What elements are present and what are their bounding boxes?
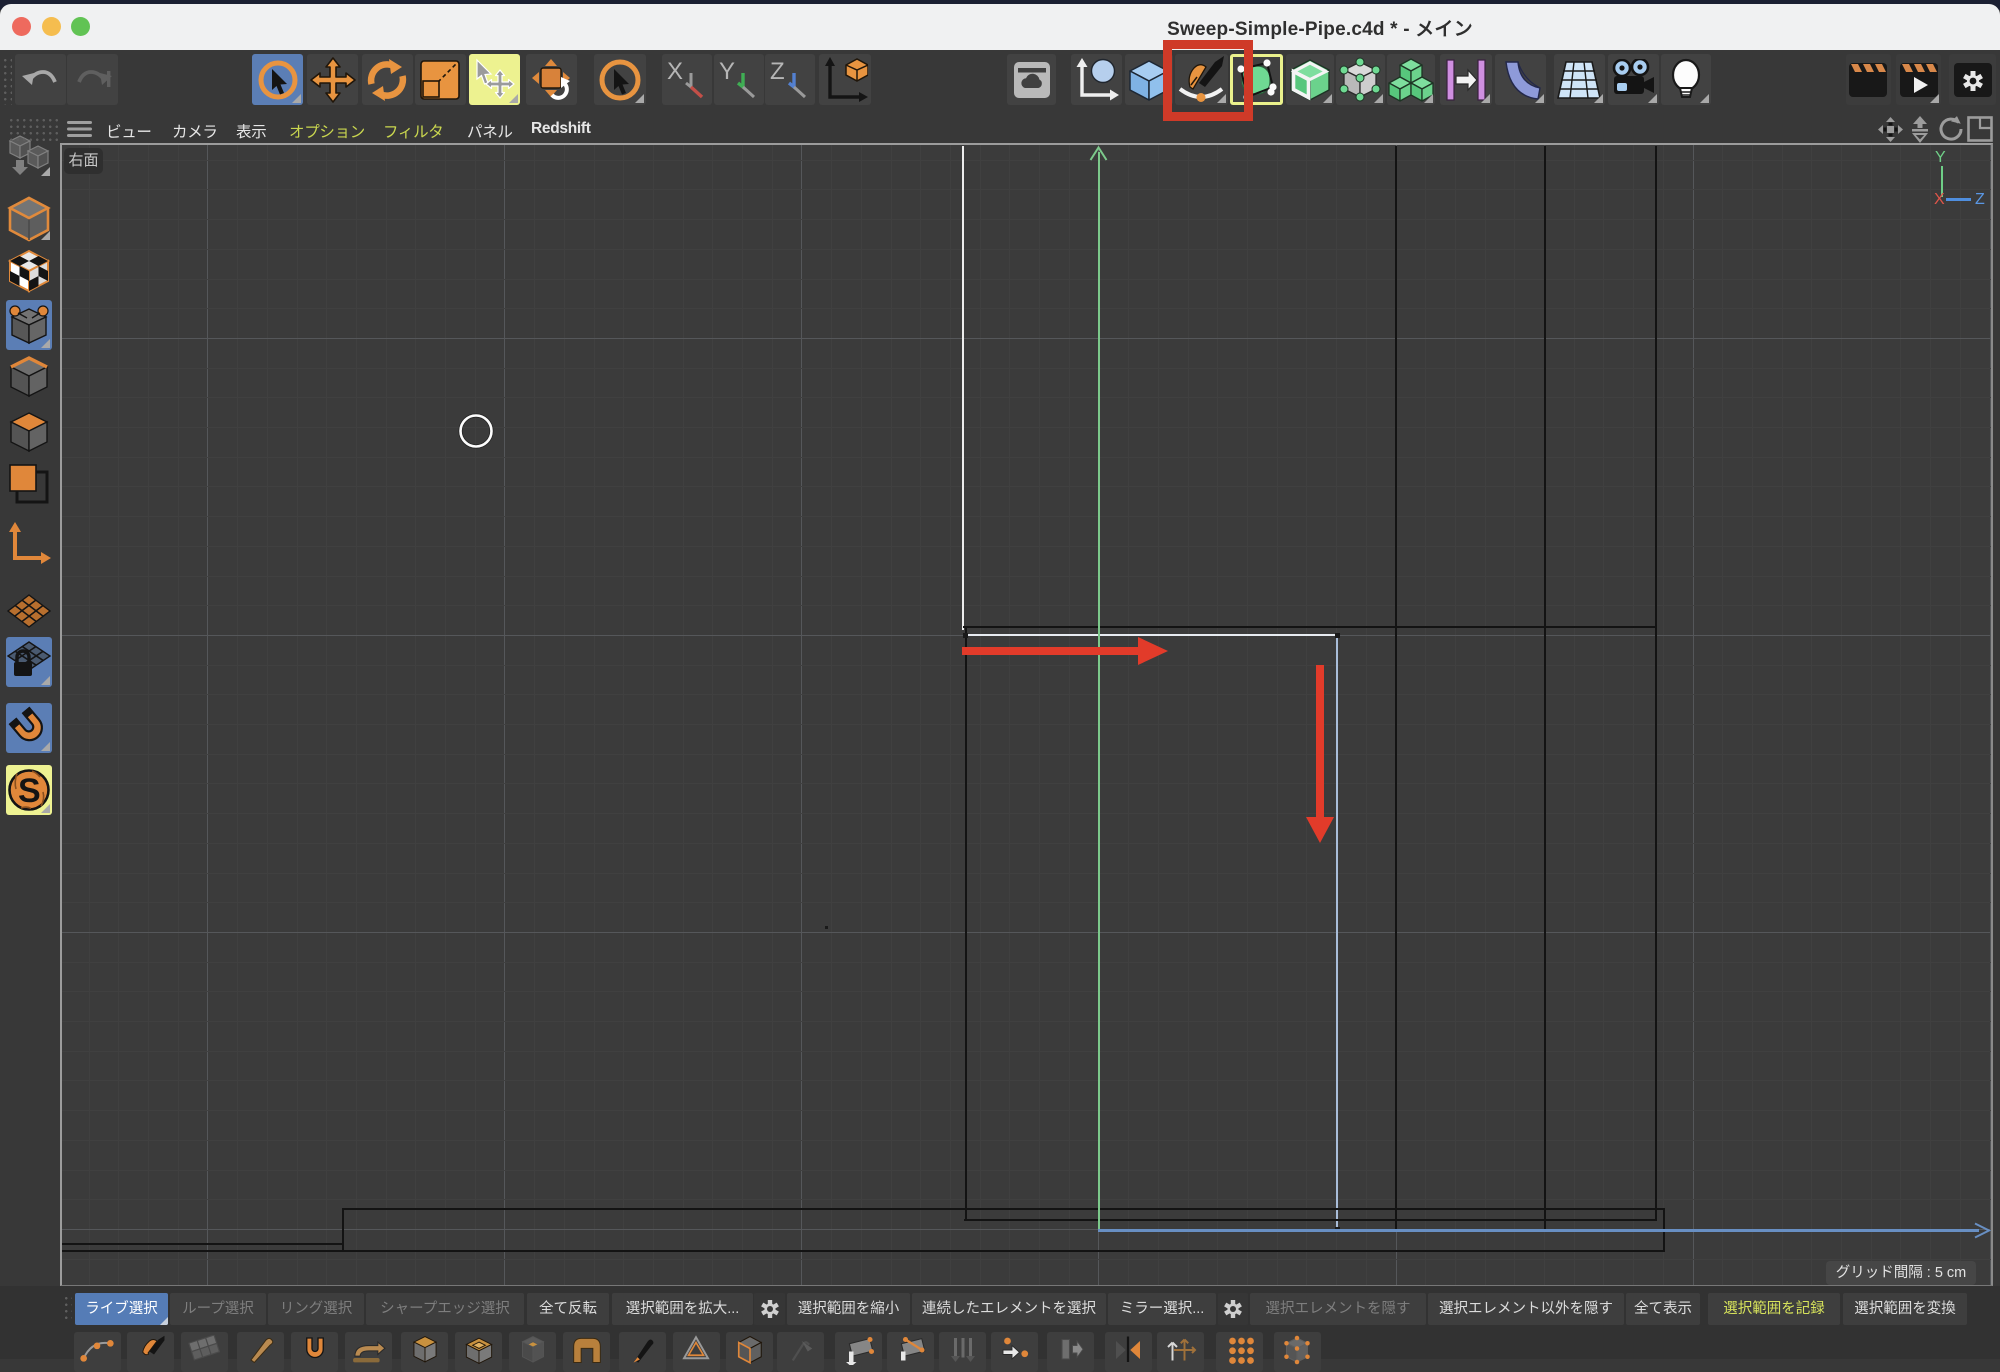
svg-text:Z: Z xyxy=(770,59,785,85)
svg-text:Y: Y xyxy=(719,59,735,85)
svg-text:X: X xyxy=(667,59,683,85)
svg-text:S: S xyxy=(18,772,41,810)
